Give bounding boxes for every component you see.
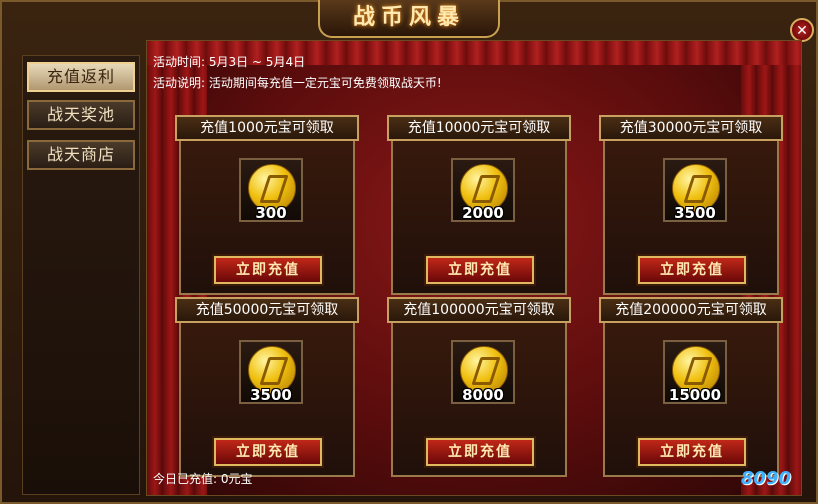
reward-title: 充值30000元宝可领取: [599, 115, 783, 141]
reward-card: 充值1000元宝可领取 300 立即充值: [175, 115, 359, 295]
window-title: 战币风暴: [352, 4, 465, 30]
coin-slot: 15000: [663, 340, 727, 404]
close-icon: ✕: [796, 23, 808, 39]
reward-title: 充值10000元宝可领取: [387, 115, 571, 141]
window-title-plate: 战币风暴: [318, 0, 500, 38]
reward-card: 充值50000元宝可领取 3500 立即充值: [175, 297, 359, 477]
reward-card: 充值200000元宝可领取 15000 立即充值: [599, 297, 783, 477]
recharge-button[interactable]: 立即充值: [214, 438, 322, 466]
event-description: 活动说明: 活动期间每充值一定元宝可免费领取战天币!: [153, 76, 442, 90]
reward-title: 充值100000元宝可领取: [387, 297, 571, 323]
reward-title: 充值50000元宝可领取: [175, 297, 359, 323]
recharge-button[interactable]: 立即充值: [638, 256, 746, 284]
tab-recharge-rebate[interactable]: 充值返利: [27, 62, 135, 92]
coin-slot: 3500: [663, 158, 727, 222]
recharge-button[interactable]: 立即充值: [426, 438, 534, 466]
coin-slot: 300: [239, 158, 303, 222]
reward-title: 充值1000元宝可领取: [175, 115, 359, 141]
sidebar: 充值返利 战天奖池 战天商店: [22, 55, 140, 495]
coin-slot: 8000: [451, 340, 515, 404]
tab-prize-pool[interactable]: 战天奖池: [27, 100, 135, 130]
recharge-button[interactable]: 立即充值: [426, 256, 534, 284]
today-recharged: 今日已充值: 0元宝: [153, 472, 253, 486]
main-panel: 活动时间: 5月3日 ~ 5月4日 活动说明: 活动期间每充值一定元宝可免费领取…: [146, 40, 802, 496]
reward-title: 充值200000元宝可领取: [599, 297, 783, 323]
event-time: 活动时间: 5月3日 ~ 5月4日: [153, 55, 306, 69]
coin-slot: 2000: [451, 158, 515, 222]
coin-amount: 15000: [668, 386, 722, 404]
coin-amount: 8000: [462, 386, 504, 404]
reward-card: 充值30000元宝可领取 3500 立即充值: [599, 115, 783, 295]
coin-slot: 3500: [239, 340, 303, 404]
coin-amount: 2000: [462, 204, 504, 222]
tab-shop[interactable]: 战天商店: [27, 140, 135, 170]
coin-amount: 300: [255, 204, 287, 222]
reward-card: 充值100000元宝可领取 8000 立即充值: [387, 297, 571, 477]
reward-card: 充值10000元宝可领取 2000 立即充值: [387, 115, 571, 295]
recharge-button[interactable]: 立即充值: [638, 438, 746, 466]
recharge-button[interactable]: 立即充值: [214, 256, 322, 284]
close-button[interactable]: ✕: [790, 18, 814, 42]
coin-amount: 3500: [674, 204, 716, 222]
site-watermark: 8090: [740, 468, 791, 489]
coin-amount: 3500: [250, 386, 292, 404]
